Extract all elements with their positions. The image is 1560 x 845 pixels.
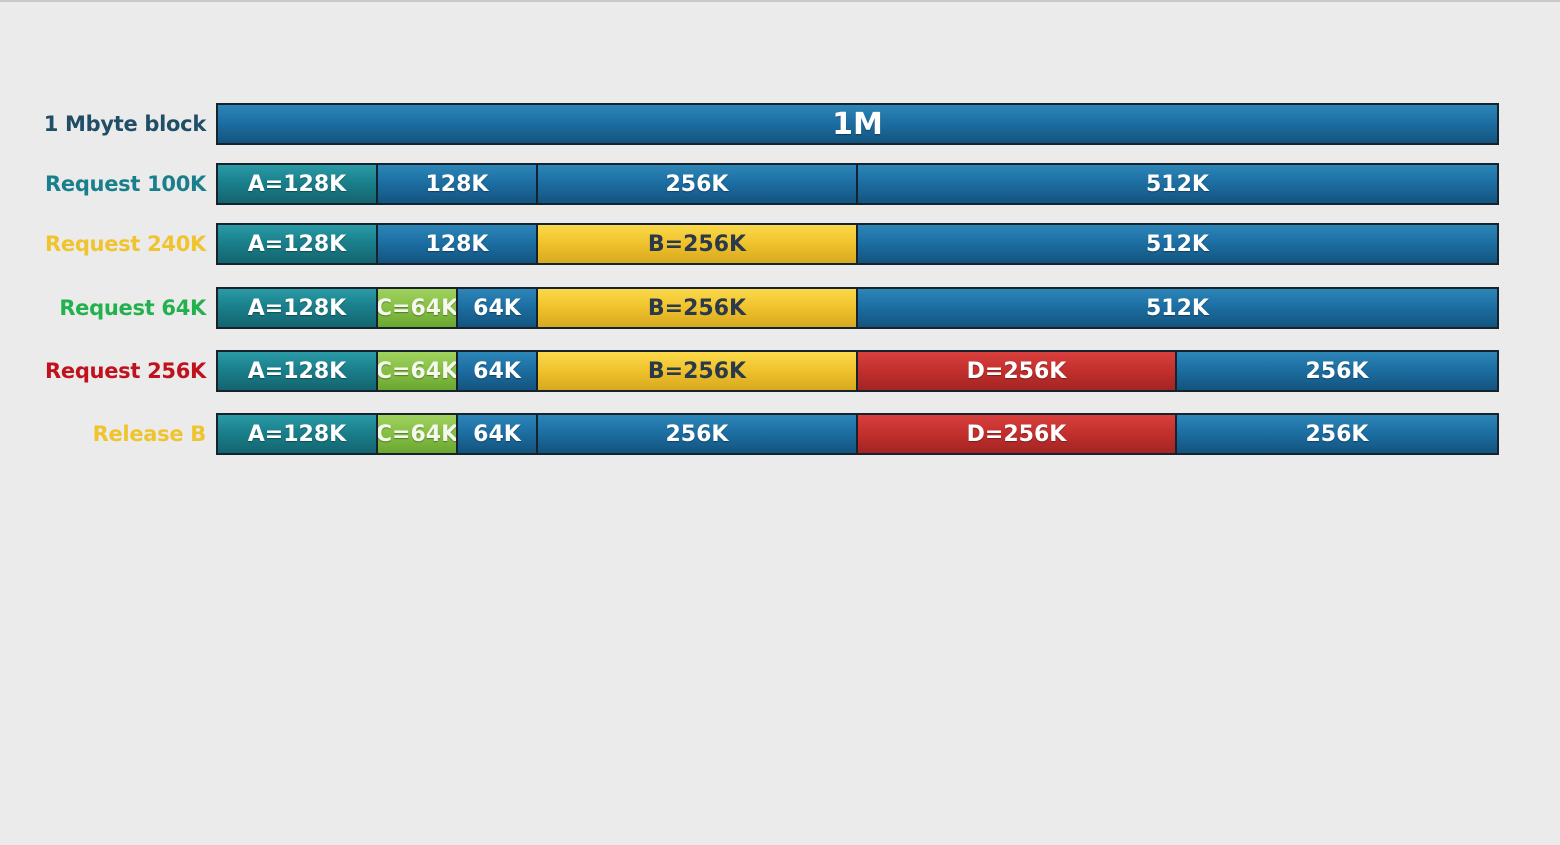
- row-label: Release B: [92, 422, 207, 446]
- row-label: Request 64K: [59, 296, 206, 320]
- memory-segment: 512K: [858, 289, 1497, 327]
- memory-segment: A=128K: [218, 415, 378, 453]
- memory-segment: A=128K: [218, 352, 378, 390]
- memory-bar: A=128K C=64K 64K B=256K 512K: [216, 287, 1499, 329]
- memory-segment: C=64K: [378, 415, 458, 453]
- memory-segment: 256K: [1177, 352, 1497, 390]
- memory-segment: 256K: [538, 415, 858, 453]
- buddy-allocation-diagram: 1 Mbyte block 1M Request 100K A=128K 128K 256…: [0, 0, 1560, 845]
- memory-segment: A=128K: [218, 225, 378, 263]
- memory-segment: A=128K: [218, 165, 378, 203]
- memory-segment: A=128K: [218, 289, 378, 327]
- memory-segment: 256K: [538, 165, 858, 203]
- row-label: Request 240K: [45, 232, 206, 256]
- row-label: 1 Mbyte block: [43, 112, 207, 136]
- memory-segment: 64K: [458, 415, 538, 453]
- memory-bar: A=128K C=64K 64K 256K D=256K 256K: [216, 413, 1499, 455]
- memory-segment: 128K: [378, 165, 538, 203]
- memory-bar: A=128K C=64K 64K B=256K D=256K 256K: [216, 350, 1499, 392]
- memory-bar: A=128K 128K 256K 512K: [216, 163, 1499, 205]
- memory-segment: 512K: [858, 225, 1497, 263]
- memory-bar: A=128K 128K B=256K 512K: [216, 223, 1499, 265]
- memory-segment: C=64K: [378, 289, 458, 327]
- memory-segment: B=256K: [538, 289, 858, 327]
- memory-segment: B=256K: [538, 352, 858, 390]
- memory-segment: 64K: [458, 352, 538, 390]
- memory-segment: 1M: [218, 105, 1497, 143]
- memory-segment: D=256K: [858, 352, 1177, 390]
- memory-segment: 128K: [378, 225, 538, 263]
- memory-segment: 512K: [858, 165, 1497, 203]
- row-label: Request 256K: [45, 359, 206, 383]
- memory-segment: C=64K: [378, 352, 458, 390]
- memory-segment: 64K: [458, 289, 538, 327]
- memory-bar: 1M: [216, 103, 1499, 145]
- memory-segment: 256K: [1177, 415, 1497, 453]
- memory-segment: B=256K: [538, 225, 858, 263]
- memory-segment: D=256K: [858, 415, 1177, 453]
- row-label: Request 100K: [45, 172, 206, 196]
